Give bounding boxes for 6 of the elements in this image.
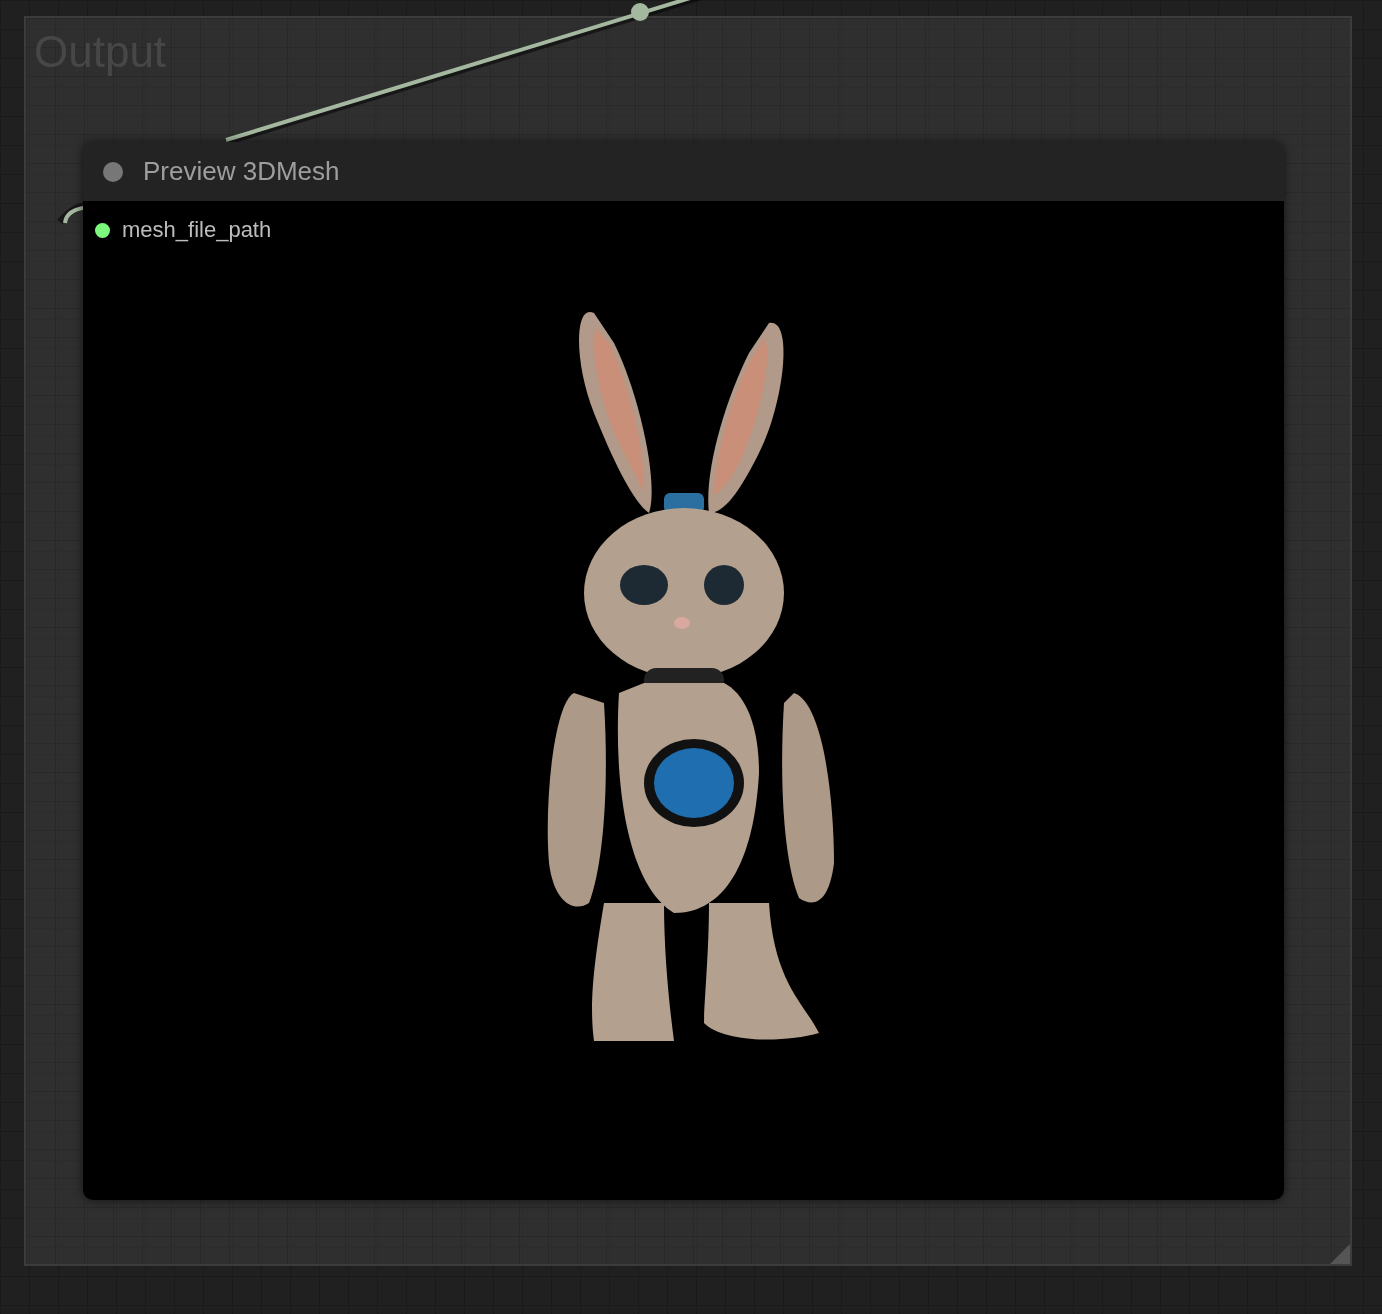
node-title: Preview 3DMesh [143,156,340,187]
resize-handle[interactable] [1330,1244,1350,1264]
input-slot-dot[interactable] [95,222,110,238]
node-status-dot[interactable] [103,161,123,182]
input-label: mesh_file_path [122,217,272,243]
link-midpoint-handle[interactable] [631,3,649,21]
